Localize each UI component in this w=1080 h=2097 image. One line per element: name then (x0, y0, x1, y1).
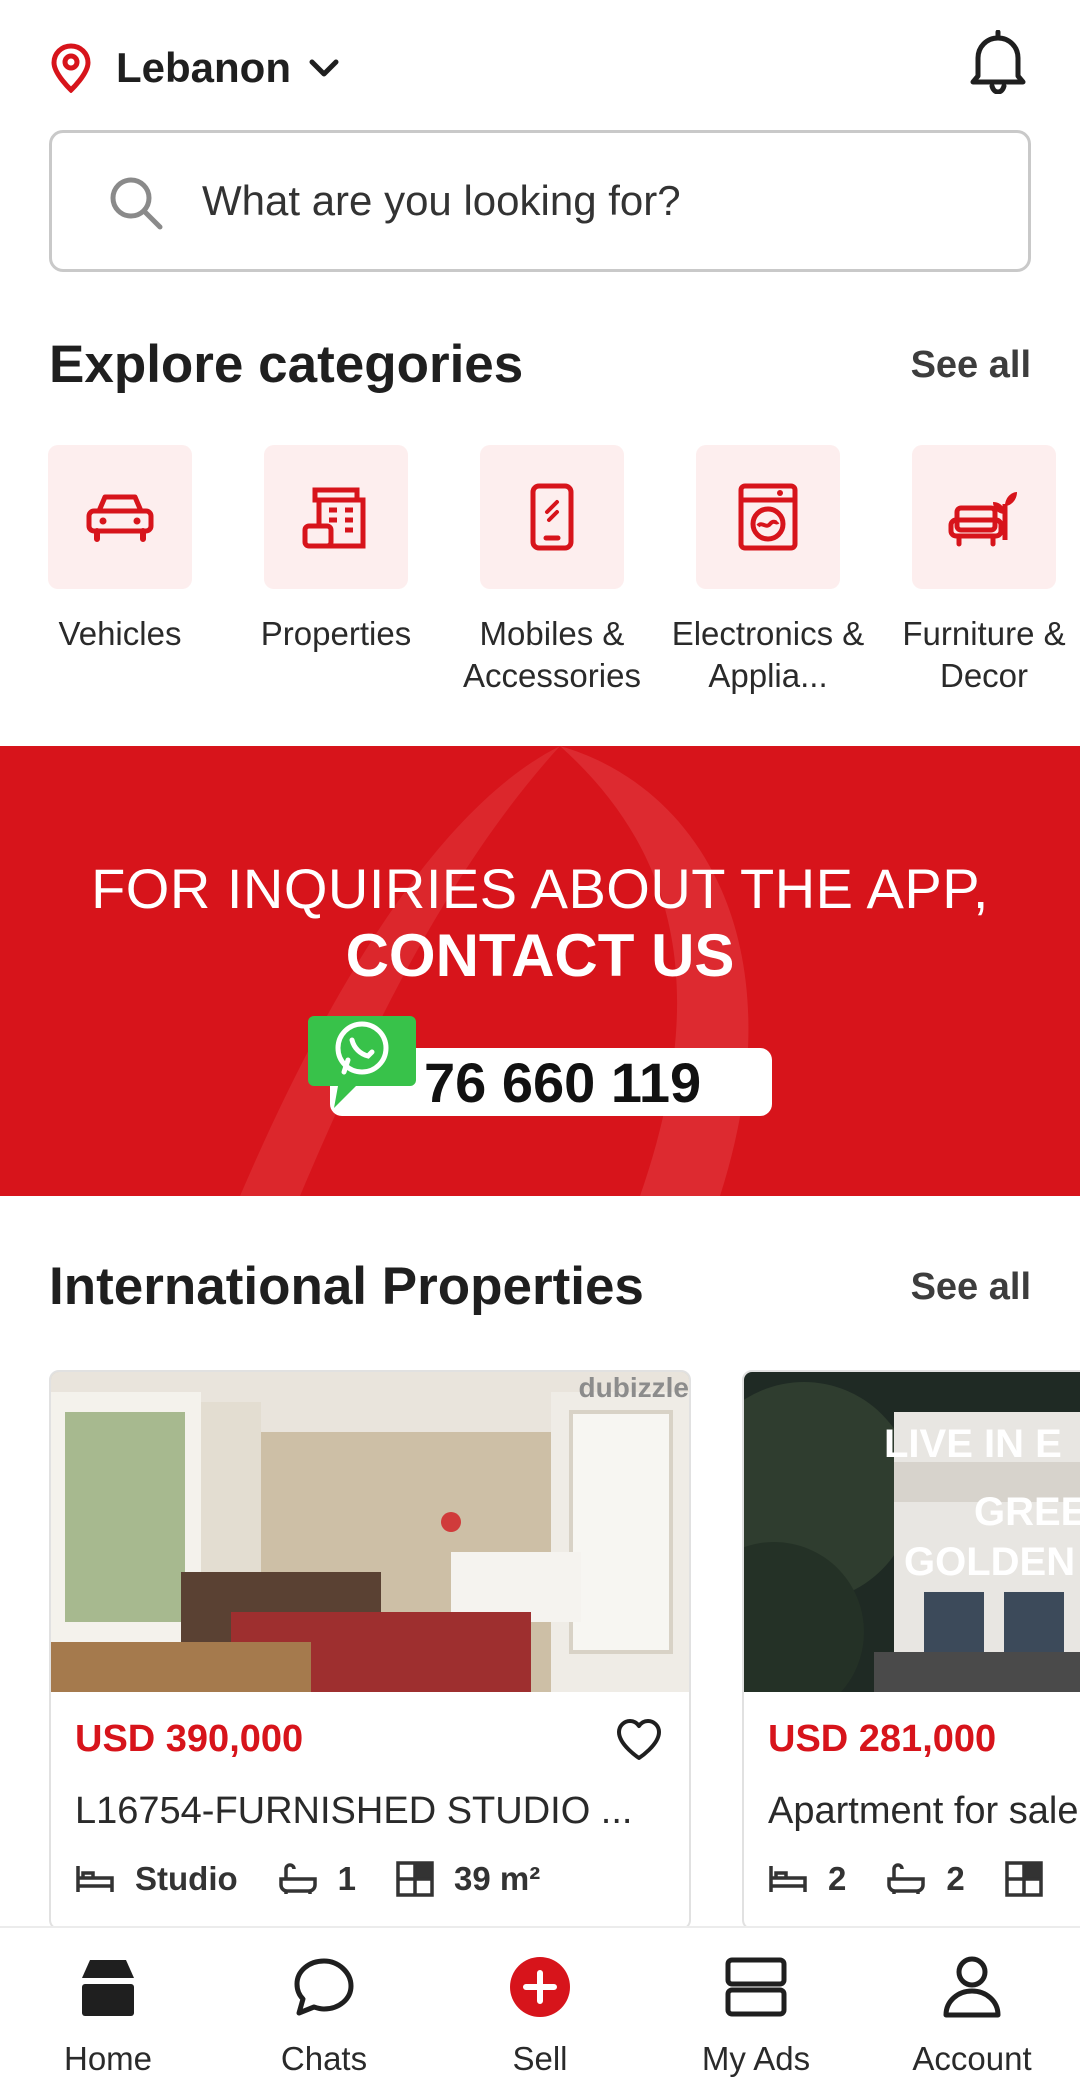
categories-row: Vehicles Properties Mobiles & Accessorie… (0, 445, 1080, 705)
map-pin-icon (50, 43, 92, 93)
home-icon (0, 1942, 216, 2032)
category-electronics[interactable]: Electronics & Applia... (663, 445, 873, 697)
area-spec (1004, 1861, 1063, 1897)
nav-sell[interactable]: Sell (432, 1942, 648, 2078)
bed-icon (769, 1866, 807, 1892)
bedrooms-value: 2 (828, 1860, 847, 1897)
my-ads-icon (648, 1942, 864, 2032)
bathtub-icon (887, 1863, 926, 1894)
bathrooms-spec: 2 (886, 1860, 965, 1898)
listing-carousel: dubizzle USD 390,000 L16754-FURNISHED ST… (0, 1370, 1080, 1930)
category-properties[interactable]: Properties (231, 445, 441, 655)
listing-specs: Studio 1 39 m² (75, 1860, 580, 1898)
listing-specs: 2 2 (768, 1860, 1080, 1898)
nav-my-ads[interactable]: My Ads (648, 1942, 864, 2078)
person-icon (864, 1942, 1080, 2032)
area-value: 39 m² (454, 1860, 541, 1897)
bell-icon[interactable] (968, 29, 1028, 99)
banner-line-2: CONTACT US (345, 922, 735, 989)
nav-label: My Ads (701, 2040, 811, 2077)
photo-overlay-text: GOLDEN (904, 1540, 1076, 1584)
banner-phone-number: 76 660 119 (424, 1051, 702, 1114)
chevron-down-icon (309, 58, 339, 78)
nav-chats[interactable]: Chats (216, 1942, 432, 2078)
nav-label: Account (912, 2040, 1032, 2077)
building-icon (264, 445, 408, 589)
listing-card[interactable]: LIVE IN E GREE GOLDEN USD 281,000 Apartm… (742, 1370, 1080, 1930)
plus-circle-icon (432, 1942, 648, 2032)
bathrooms-value: 1 (337, 1860, 357, 1897)
listing-title: L16754-FURNISHED STUDIO ... (75, 1790, 633, 1832)
nav-account[interactable]: Account (864, 1942, 1080, 2078)
category-label: Vehicles (58, 615, 182, 652)
photo-overlay-text: LIVE IN E (884, 1422, 1062, 1466)
categories-title: Explore categories (49, 335, 524, 394)
listing-photo: dubizzle (51, 1372, 689, 1692)
categories-see-all-link[interactable]: See all (911, 344, 1031, 387)
category-label: Properties (260, 615, 412, 652)
listing-card[interactable]: dubizzle USD 390,000 L16754-FURNISHED ST… (49, 1370, 691, 1930)
bedrooms-spec: Studio (75, 1860, 238, 1898)
nav-label: Home (63, 2040, 153, 2077)
banner-line-1: FOR INQUIRIES ABOUT THE APP, (91, 857, 989, 920)
category-label: Electronics & Applia... (671, 615, 865, 694)
listing-price: USD 281,000 (768, 1718, 997, 1760)
search-bar[interactable] (49, 130, 1031, 272)
category-vehicles[interactable]: Vehicles (15, 445, 225, 655)
chat-bubble-icon (216, 1942, 432, 2032)
heart-icon[interactable] (615, 1718, 663, 1767)
category-mobiles[interactable]: Mobiles & Accessories (447, 445, 657, 697)
search-input[interactable] (202, 133, 982, 269)
mobile-phone-icon (480, 445, 624, 589)
area-icon (396, 1861, 434, 1897)
location-selector[interactable]: Lebanon (50, 36, 339, 100)
bedrooms-spec: 2 (768, 1860, 846, 1898)
photo-watermark: dubizzle (578, 1372, 689, 1403)
area-spec: 39 m² (396, 1860, 540, 1898)
whatsapp-icon (304, 1008, 420, 1117)
bathrooms-value: 2 (946, 1860, 965, 1897)
top-header: Lebanon (0, 0, 1080, 130)
bathtub-icon (278, 1863, 317, 1894)
washing-machine-icon (696, 445, 840, 589)
international-title: International Properties (49, 1257, 644, 1316)
bottom-nav: Home Chats Sell My Ads Account (0, 1926, 1080, 2097)
bathrooms-spec: 1 (278, 1860, 356, 1898)
search-icon (108, 175, 164, 236)
listing-photo: LIVE IN E GREE GOLDEN (744, 1372, 1080, 1692)
category-label: Mobiles & Accessories (463, 615, 641, 694)
contact-banner[interactable]: FOR INQUIRIES ABOUT THE APP, CONTACT US … (0, 746, 1080, 1196)
category-furniture[interactable]: Furniture & Decor (879, 445, 1080, 697)
international-see-all-link[interactable]: See all (911, 1266, 1031, 1309)
bed-icon (76, 1866, 114, 1892)
area-icon (1004, 1861, 1043, 1897)
car-icon (48, 445, 192, 589)
listing-price: USD 390,000 (75, 1718, 304, 1760)
nav-label: Sell (512, 2040, 568, 2077)
category-label: Furniture & Decor (902, 615, 1066, 694)
photo-overlay-text: GREE (974, 1490, 1080, 1534)
armchair-plant-icon (912, 445, 1056, 589)
listing-title: Apartment for sale (768, 1790, 1079, 1832)
nav-home[interactable]: Home (0, 1942, 216, 2078)
nav-label: Chats (280, 2040, 368, 2077)
bedrooms-value: Studio (135, 1860, 238, 1897)
location-label: Lebanon (116, 44, 291, 91)
